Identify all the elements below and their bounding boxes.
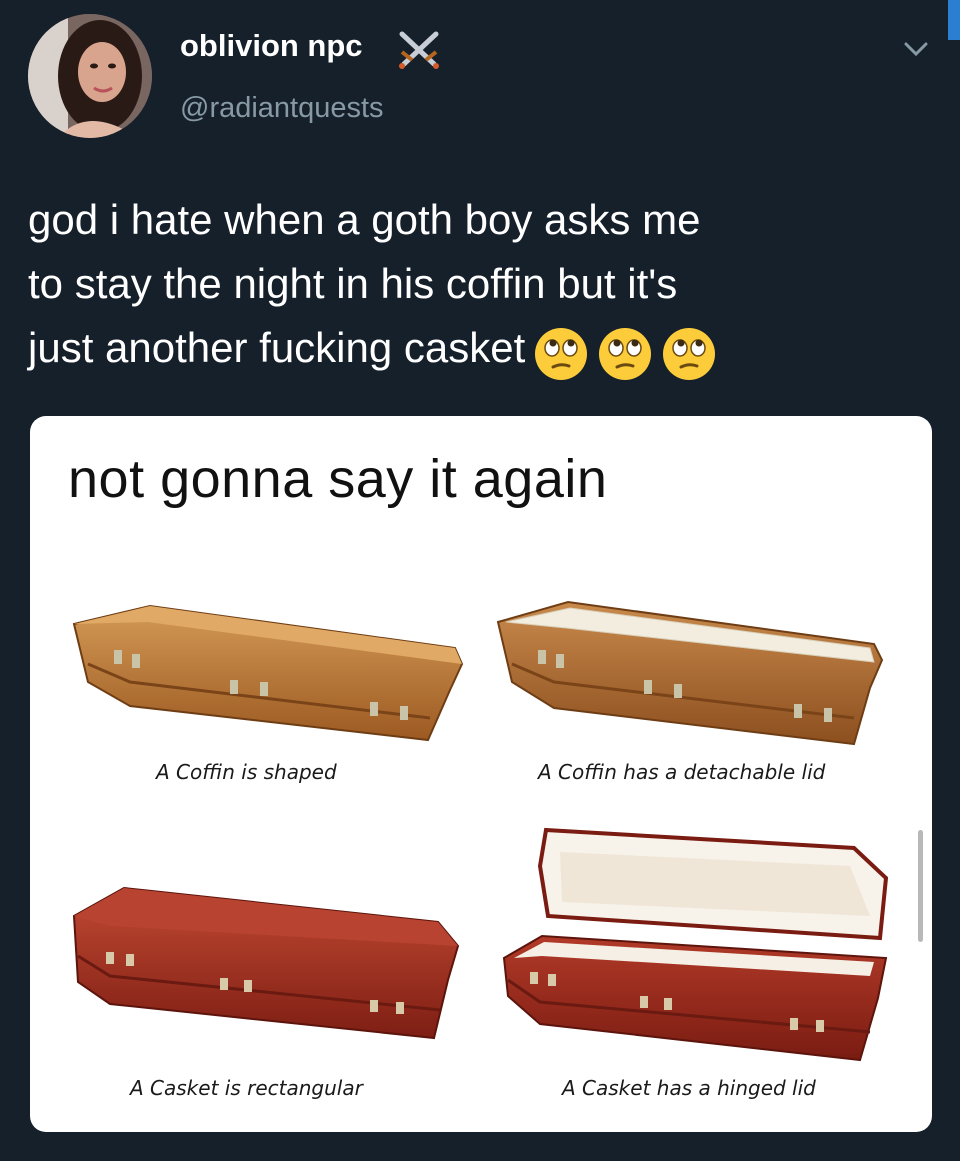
face-with-rolling-eyes-icon [598, 327, 651, 380]
face-with-rolling-eyes-icon [535, 327, 588, 380]
meme-title: not gonna say it again [68, 449, 608, 509]
display-name[interactable]: oblivion npc [180, 28, 363, 64]
caption-casket-hinged: A Casket has a hinged lid [562, 1076, 816, 1100]
casket-closed-image [72, 886, 460, 1040]
face-with-rolling-eyes-icon [662, 327, 715, 380]
attached-image[interactable]: not gonna say it again A Coffin is shape… [30, 416, 932, 1132]
tweet-line-text: just another fucking casket [28, 324, 526, 371]
user-handle[interactable]: @radiantquests [180, 92, 384, 125]
avatar-image [28, 14, 152, 138]
tweet-line: to stay the night in his coffin but it's [28, 260, 678, 307]
chevron-down-icon[interactable] [898, 38, 934, 62]
caption-coffin-shaped: A Coffin is shaped [156, 760, 337, 784]
window-edge-accent [948, 0, 960, 40]
emoji-group [533, 319, 715, 383]
caption-coffin-lid: A Coffin has a detachable lid [538, 760, 826, 784]
avatar[interactable] [28, 14, 152, 138]
caption-casket-rectangular: A Casket is rectangular [130, 1076, 363, 1100]
casket-open-image [502, 827, 889, 1062]
coffin-closed-image [72, 604, 464, 742]
tweet-line: god i hate when a goth boy asks me [28, 196, 701, 243]
crossed-swords-icon [399, 31, 439, 69]
coffin-open-image [496, 600, 884, 746]
tweet-text: god i hate when a goth boy asks me to st… [28, 188, 938, 383]
scrollbar[interactable] [918, 830, 923, 942]
tweet-line-last: just another fucking casket [28, 316, 938, 383]
